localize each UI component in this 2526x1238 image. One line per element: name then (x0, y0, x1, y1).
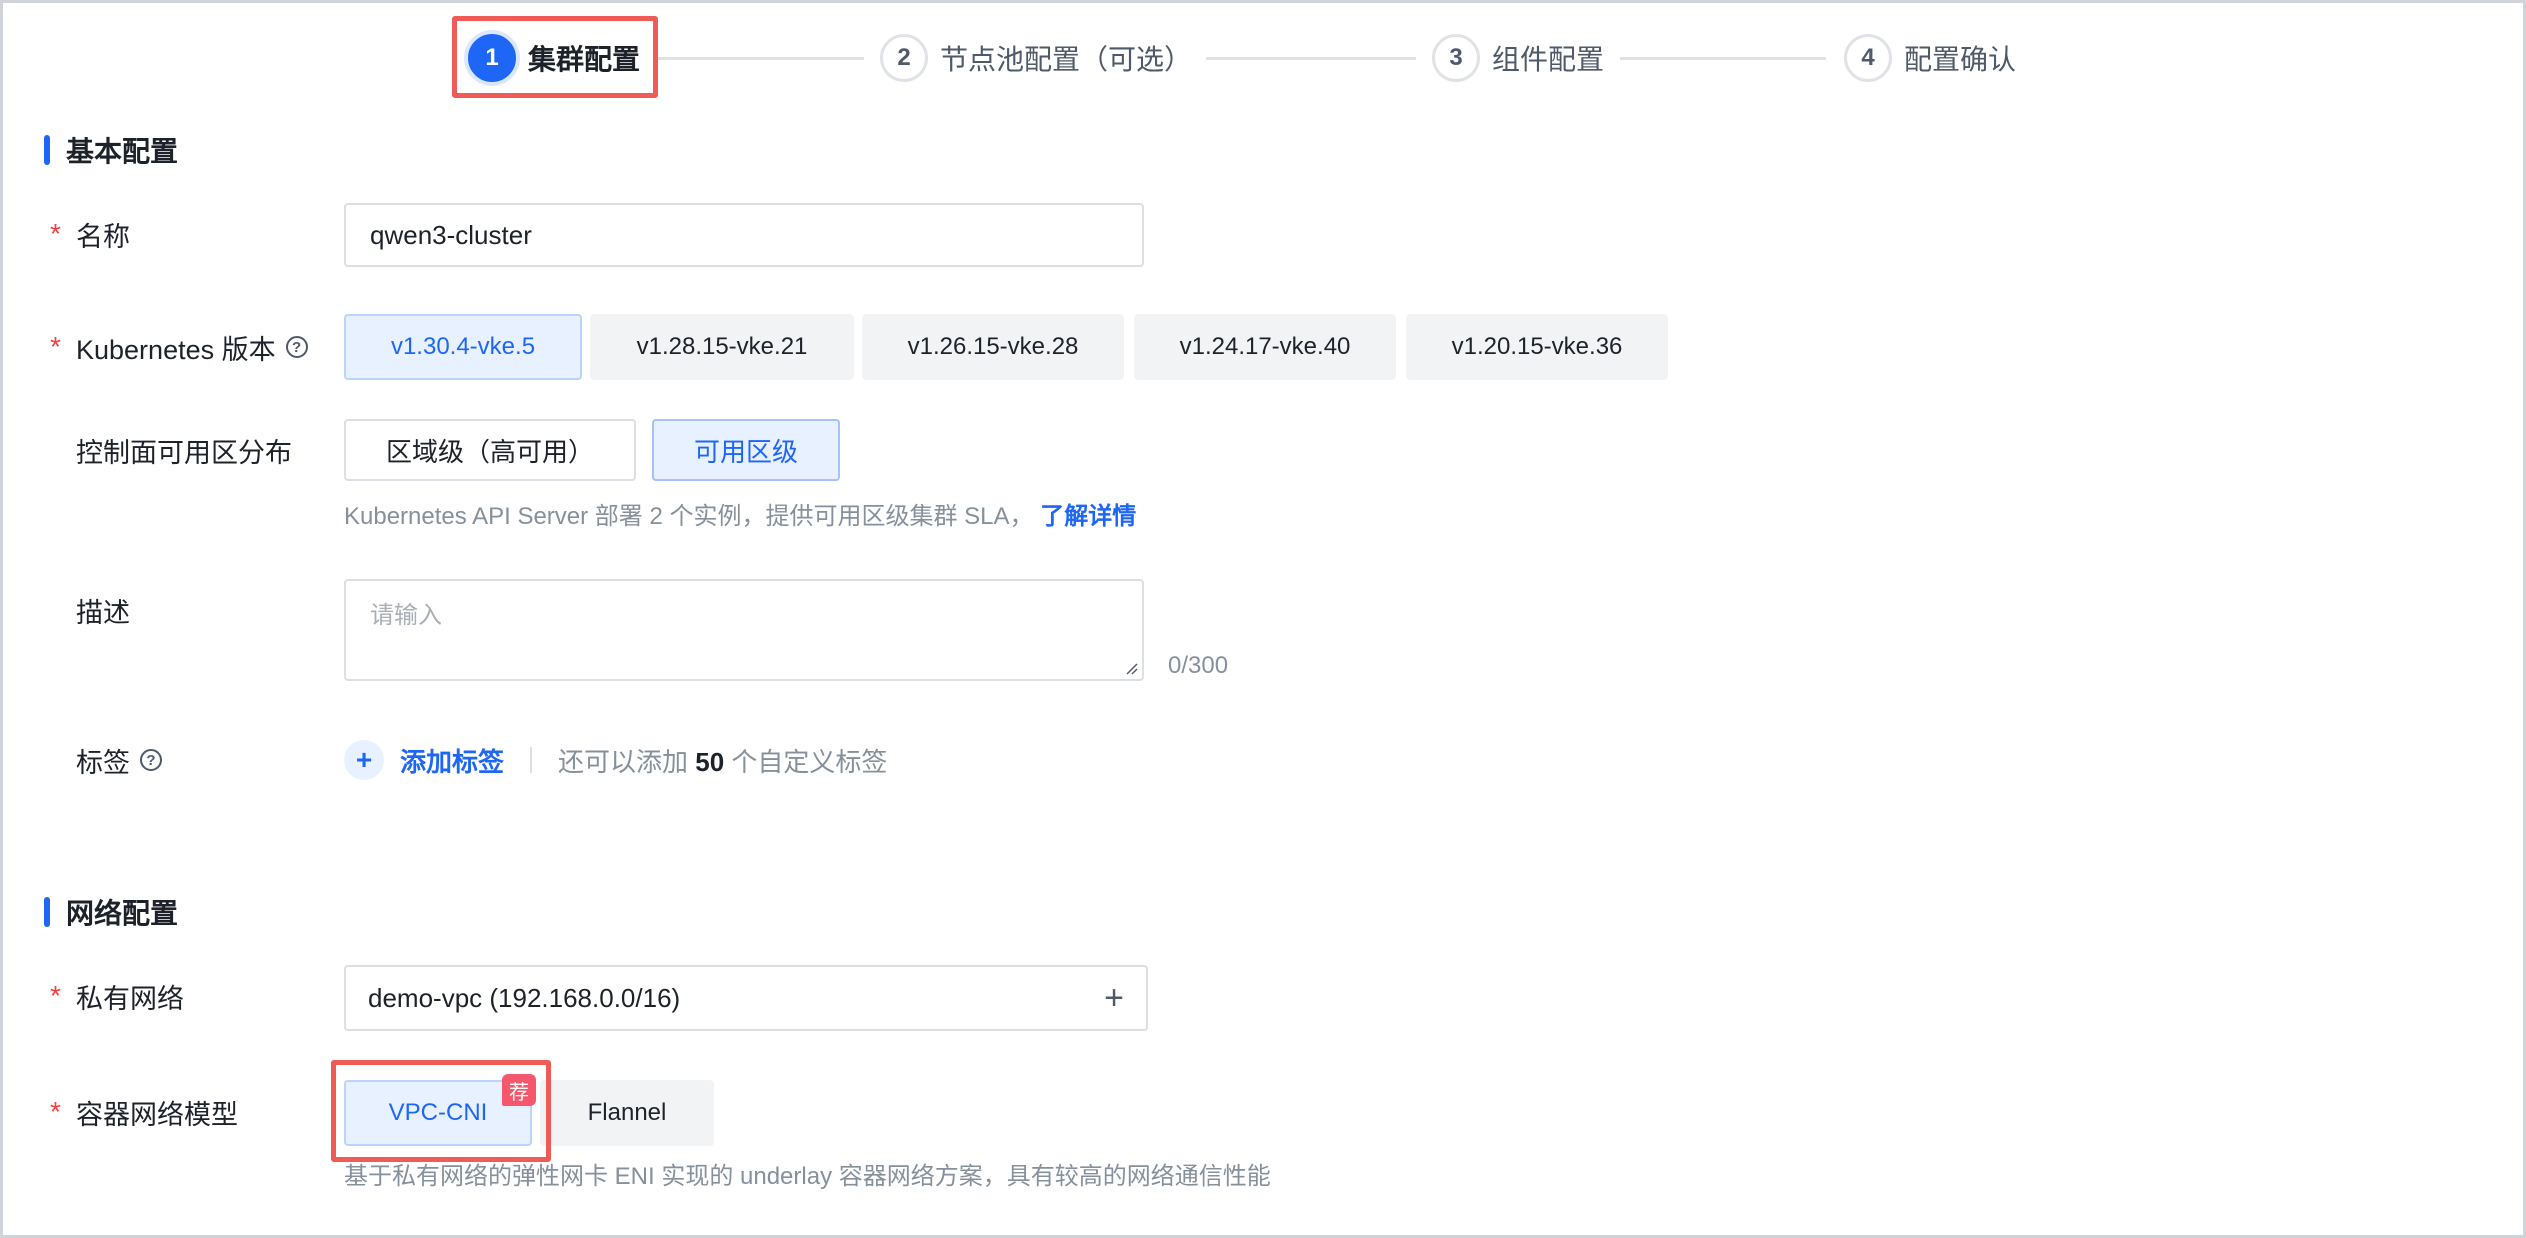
name-label-text: 名称 (76, 221, 130, 252)
add-tag-plus-icon[interactable]: + (344, 740, 384, 780)
cni-option-flannel[interactable]: Flannel (540, 1080, 714, 1146)
k8s-version-label: * Kubernetes 版本 ? (50, 329, 308, 365)
name-input[interactable]: qwen3-cluster (344, 203, 1144, 267)
cni-hint: 基于私有网络的弹性网卡 ENI 实现的 underlay 容器网络方案，具有较高… (344, 1163, 1271, 1190)
vpc-label-text: 私有网络 (76, 983, 184, 1014)
required-mark: * (50, 218, 61, 249)
section-network-label: 网络配置 (66, 898, 179, 929)
step-highlight-box (452, 16, 658, 98)
add-tag-button[interactable]: 添加标签 (400, 742, 504, 779)
required-mark: * (50, 980, 61, 1011)
az-distribution-label: 控制面可用区分布 (50, 432, 292, 468)
step-connector (656, 57, 864, 60)
section-accent-bar (44, 135, 50, 165)
cni-label-text: 容器网络模型 (76, 1099, 238, 1130)
tag-hint-prefix: 还可以添加 (558, 746, 696, 777)
required-mark: * (50, 1096, 61, 1127)
cni-highlight-box (331, 1060, 551, 1162)
k8s-version-option-5[interactable]: v1.20.15-vke.36 (1406, 314, 1668, 380)
section-basic-label: 基本配置 (66, 136, 179, 167)
step-2[interactable]: 2 节点池配置（可选） (880, 34, 1192, 82)
add-tag-row: + 添加标签 还可以添加 50 个自定义标签 (344, 738, 887, 782)
step-4-number: 4 (1844, 34, 1892, 82)
az-hint: Kubernetes API Server 部署 2 个实例，提供可用区级集群 … (344, 496, 1136, 531)
step-4[interactable]: 4 配置确认 (1844, 34, 2016, 82)
k8s-version-option-1[interactable]: v1.30.4-vke.5 (344, 314, 582, 380)
k8s-version-option-4[interactable]: v1.24.17-vke.40 (1134, 314, 1396, 380)
step-3-label: 组件配置 (1492, 44, 1605, 75)
description-placeholder: 请输入 (370, 602, 442, 629)
cni-label: * 容器网络模型 (50, 1094, 238, 1130)
divider (530, 747, 533, 773)
section-basic-title: 基本配置 (44, 132, 178, 168)
tag-hint-count: 50 (695, 746, 725, 777)
section-network-title: 网络配置 (44, 894, 178, 930)
description-label: 描述 (50, 592, 130, 628)
learn-more-link[interactable]: 了解详情 (1040, 503, 1136, 530)
az-distribution-label-text: 控制面可用区分布 (76, 437, 292, 468)
help-icon[interactable]: ? (285, 336, 308, 358)
step-4-label: 配置确认 (1904, 44, 2017, 75)
vpc-value: demo-vpc (192.168.0.0/16) (368, 982, 681, 1013)
step-connector (1620, 57, 1826, 60)
stepper: 1 集群配置 2 节点池配置（可选） 3 组件配置 4 配置确认 (0, 0, 2526, 120)
step-connector (1206, 57, 1416, 60)
k8s-version-label-text: Kubernetes 版本 (76, 334, 276, 365)
help-icon[interactable]: ? (140, 749, 162, 771)
vpc-label: * 私有网络 (50, 978, 184, 1014)
description-textarea[interactable]: 请输入 (344, 579, 1144, 681)
section-accent-bar (44, 897, 50, 927)
tags-label: 标签 ? (50, 742, 162, 778)
description-counter: 0/300 (1168, 652, 1229, 679)
az-option-zonal[interactable]: 可用区级 (652, 419, 840, 481)
step-3-number: 3 (1432, 34, 1480, 82)
tag-limit-hint: 还可以添加 50 个自定义标签 (558, 742, 887, 779)
k8s-version-option-3[interactable]: v1.26.15-vke.28 (862, 314, 1124, 380)
step-3[interactable]: 3 组件配置 (1432, 34, 1604, 82)
k8s-version-option-2[interactable]: v1.28.15-vke.21 (590, 314, 854, 380)
az-hint-text: Kubernetes API Server 部署 2 个实例，提供可用区级集群 … (344, 503, 1034, 530)
required-mark: * (50, 331, 61, 362)
description-label-text: 描述 (76, 597, 130, 628)
vpc-add-icon[interactable]: + (1104, 979, 1124, 1018)
az-option-regional[interactable]: 区域级（高可用） (344, 419, 636, 481)
tag-hint-suffix: 个自定义标签 (724, 746, 888, 777)
tags-label-text: 标签 (76, 747, 130, 778)
name-label: * 名称 (50, 216, 130, 252)
resize-grip-icon[interactable] (1124, 661, 1138, 675)
step-2-label: 节点池配置（可选） (940, 44, 1193, 75)
step-2-number: 2 (880, 34, 928, 82)
vpc-select[interactable]: demo-vpc (192.168.0.0/16) + (344, 965, 1148, 1031)
